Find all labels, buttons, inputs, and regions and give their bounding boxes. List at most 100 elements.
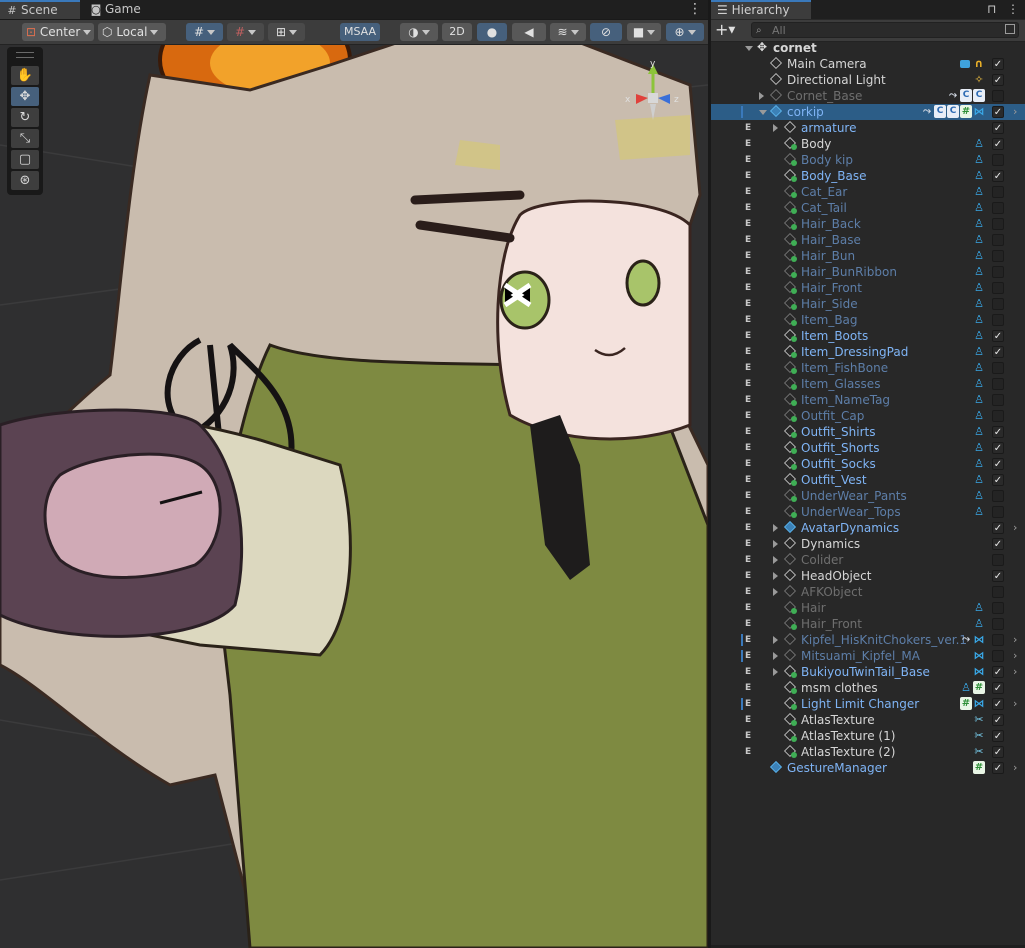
hierarchy-row[interactable]: E Body_Base ♙ ✓ (711, 168, 1025, 184)
active-toggle-checkbox[interactable] (992, 266, 1004, 278)
camera-dropdown[interactable]: ■ (627, 23, 661, 41)
active-toggle-checkbox[interactable] (992, 202, 1004, 214)
active-toggle-checkbox[interactable]: ✓ (992, 762, 1004, 774)
lock-icon[interactable]: ⊓ (987, 2, 996, 16)
active-toggle-checkbox[interactable]: ✓ (992, 138, 1004, 150)
expand-chevron-right-icon[interactable] (773, 124, 778, 132)
hierarchy-row[interactable]: Cornet_Base ⤳ C C (711, 88, 1025, 104)
hierarchy-row[interactable]: E AvatarDynamics ✓ › (711, 520, 1025, 536)
tab-scene[interactable]: # Scene (0, 0, 80, 19)
move-tool-button[interactable]: ✥ (11, 87, 39, 106)
hierarchy-row[interactable]: E Hair_BunRibbon ♙ (711, 264, 1025, 280)
hierarchy-row[interactable]: E Dynamics ✓ (711, 536, 1025, 552)
hierarchy-row[interactable]: E Outfit_Socks ♙ ✓ (711, 456, 1025, 472)
active-toggle-checkbox[interactable]: ✓ (992, 682, 1004, 694)
create-button[interactable]: +▼ (715, 21, 735, 40)
active-toggle-checkbox[interactable] (992, 618, 1004, 630)
hierarchy-row[interactable]: E HeadObject ✓ (711, 568, 1025, 584)
hand-tool-button[interactable]: ✋ (11, 66, 39, 85)
active-toggle-checkbox[interactable]: ✓ (992, 458, 1004, 470)
hierarchy-row[interactable]: E Outfit_Shorts ♙ ✓ (711, 440, 1025, 456)
active-toggle-checkbox[interactable]: ✓ (992, 474, 1004, 486)
active-toggle-checkbox[interactable] (992, 394, 1004, 406)
hierarchy-row[interactable]: E Cat_Ear ♙ (711, 184, 1025, 200)
active-toggle-checkbox[interactable] (992, 234, 1004, 246)
active-toggle-checkbox[interactable]: ✓ (992, 58, 1004, 70)
expand-chevron-down-icon[interactable] (759, 110, 767, 115)
expand-chevron-down-icon[interactable] (745, 46, 753, 51)
hierarchy-row[interactable]: E Body ♙ ✓ (711, 136, 1025, 152)
active-toggle-checkbox[interactable] (992, 586, 1004, 598)
effects-dropdown[interactable]: ≋ (550, 23, 586, 41)
active-toggle-checkbox[interactable] (992, 650, 1004, 662)
active-toggle-checkbox[interactable] (992, 250, 1004, 262)
prefab-open-arrow-icon[interactable]: › (1013, 520, 1017, 536)
hierarchy-row[interactable]: E Item_Glasses ♙ (711, 376, 1025, 392)
active-toggle-checkbox[interactable]: ✓ (992, 442, 1004, 454)
hierarchy-row[interactable]: E AtlasTexture (1) ✂ ✓ (711, 728, 1025, 744)
active-toggle-checkbox[interactable]: ✓ (992, 426, 1004, 438)
active-toggle-checkbox[interactable]: ✓ (992, 170, 1004, 182)
active-toggle-checkbox[interactable]: ✓ (992, 698, 1004, 710)
prefab-open-arrow-icon[interactable]: › (1013, 664, 1017, 680)
more-options-icon[interactable]: ⋮ (1007, 2, 1019, 16)
expand-chevron-right-icon[interactable] (773, 524, 778, 532)
hierarchy-row[interactable]: E Hair_Front ♙ (711, 280, 1025, 296)
expand-chevron-right-icon[interactable] (773, 668, 778, 676)
hierarchy-row[interactable]: E Item_Boots ♙ ✓ (711, 328, 1025, 344)
hierarchy-row[interactable]: E Item_NameTag ♙ (711, 392, 1025, 408)
expand-chevron-right-icon[interactable] (773, 636, 778, 644)
active-toggle-checkbox[interactable] (992, 378, 1004, 390)
2d-mode-toggle[interactable]: 2D (442, 23, 472, 41)
space-dropdown[interactable]: ⬡ Local (98, 23, 166, 41)
expand-chevron-right-icon[interactable] (773, 572, 778, 580)
hierarchy-row[interactable]: E Outfit_Cap ♙ (711, 408, 1025, 424)
hierarchy-row[interactable]: E Hair_Base ♙ (711, 232, 1025, 248)
active-toggle-checkbox[interactable]: ✓ (992, 330, 1004, 342)
hierarchy-row[interactable]: E AtlasTexture ✂ ✓ (711, 712, 1025, 728)
increment-snap-toggle[interactable]: # (227, 23, 264, 41)
more-options-icon[interactable]: ⋮ (688, 0, 702, 19)
hierarchy-row[interactable]: E AFKObject (711, 584, 1025, 600)
active-toggle-checkbox[interactable]: ✓ (992, 346, 1004, 358)
active-toggle-checkbox[interactable] (992, 362, 1004, 374)
expand-chevron-right-icon[interactable] (773, 652, 778, 660)
hierarchy-row[interactable]: E Colider (711, 552, 1025, 568)
active-toggle-checkbox[interactable] (992, 410, 1004, 422)
shading-mode-dropdown[interactable]: ◑ (400, 23, 438, 41)
hierarchy-row[interactable]: E Item_Bag ♙ (711, 312, 1025, 328)
prefab-open-arrow-icon[interactable]: › (1013, 648, 1017, 664)
active-toggle-checkbox[interactable] (992, 602, 1004, 614)
active-toggle-checkbox[interactable]: ✓ (992, 538, 1004, 550)
active-toggle-checkbox[interactable] (992, 218, 1004, 230)
hierarchy-row[interactable]: E Hair ♙ (711, 600, 1025, 616)
active-toggle-checkbox[interactable]: ✓ (992, 730, 1004, 742)
active-toggle-checkbox[interactable] (992, 634, 1004, 646)
hierarchy-row[interactable]: E Cat_Tail ♙ (711, 200, 1025, 216)
active-toggle-checkbox[interactable] (992, 554, 1004, 566)
prefab-open-arrow-icon[interactable]: › (1013, 760, 1017, 776)
tab-hierarchy[interactable]: ☰ Hierarchy (711, 0, 811, 19)
tab-game[interactable]: ◙ Game (84, 0, 154, 19)
active-toggle-checkbox[interactable] (992, 282, 1004, 294)
hierarchy-row[interactable]: GestureManager # ✓ › (711, 760, 1025, 776)
prefab-open-arrow-icon[interactable]: › (1013, 632, 1017, 648)
expand-chevron-right-icon[interactable] (773, 588, 778, 596)
hierarchy-row[interactable]: corkip ⤳ C C # ⋈ ✓ › (711, 104, 1025, 120)
lighting-toggle[interactable]: ● (477, 23, 507, 41)
scene-root-row[interactable]: ✥ cornet (711, 40, 1025, 56)
hierarchy-row[interactable]: Directional Light ✧ ✓ (711, 72, 1025, 88)
hierarchy-row[interactable]: E Outfit_Vest ♙ ✓ (711, 472, 1025, 488)
search-scene-icon[interactable] (1005, 24, 1015, 34)
grid-visibility-toggle[interactable]: ⊞ (268, 23, 305, 41)
audio-toggle[interactable]: ◀ (512, 23, 546, 41)
active-toggle-checkbox[interactable] (992, 186, 1004, 198)
prefab-open-arrow-icon[interactable]: › (1013, 104, 1017, 120)
hierarchy-row[interactable]: E Mitsuami_Kipfel_MA ⋈ › (711, 648, 1025, 664)
hierarchy-row[interactable]: Main Camera ∩ ✓ (711, 56, 1025, 72)
active-toggle-checkbox[interactable] (992, 314, 1004, 326)
active-toggle-checkbox[interactable]: ✓ (992, 106, 1004, 118)
hierarchy-row[interactable]: E Light Limit Changer # ⋈ ✓ › (711, 696, 1025, 712)
active-toggle-checkbox[interactable]: ✓ (992, 746, 1004, 758)
msaa-toggle[interactable]: MSAA (340, 23, 380, 41)
